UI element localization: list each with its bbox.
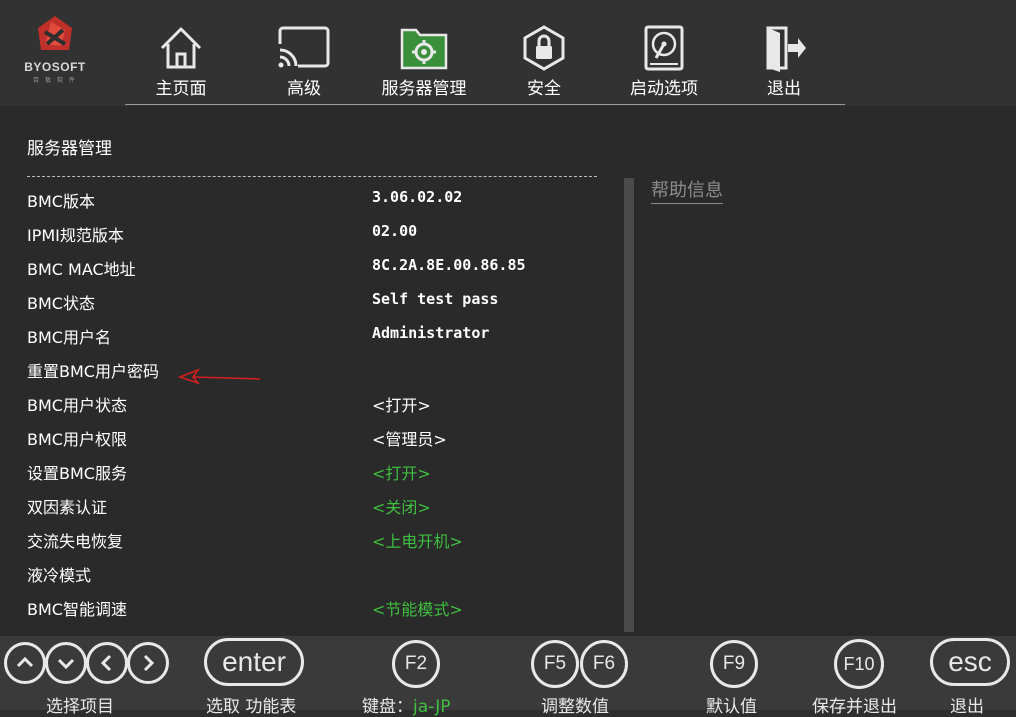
logo-text: BYOSOFT (24, 60, 86, 74)
tab-main-label: 主页面 (155, 79, 207, 99)
page-title: 服务器管理 (27, 139, 112, 159)
main-panel: 服务器管理 BMC版本 3.06.02.02 IPMI规范版本 02.00 BM… (0, 106, 1016, 636)
row-two-factor-auth[interactable]: 双因素认证 <关闭> (27, 494, 617, 524)
tab-security-label: 安全 (527, 79, 561, 99)
row-label: 设置BMC服务 (27, 464, 127, 483)
keyboard-label: 键盘：ja-JP (362, 692, 451, 717)
key-hint-bar: 选择项目 enter 选取 功能表 F2 键盘：ja-JP F5 F6 调整数值… (0, 636, 1016, 717)
byosoft-logo: BYOSOFT 百 敖 软 件 (12, 14, 102, 94)
row-label[interactable]: 液冷模式 (27, 562, 91, 586)
f9-key-icon: F9 (710, 640, 758, 688)
tab-boot-options[interactable]: 启动选项 (614, 24, 714, 100)
f2-key-icon: F2 (392, 640, 440, 688)
scrollbar[interactable] (624, 178, 634, 632)
arrow-left-key-icon (86, 642, 128, 684)
row-bmc-smart-fan[interactable]: BMC智能调速 <节能模式> (27, 596, 617, 626)
row-value[interactable]: <上电开机> (372, 528, 463, 552)
select-menu-label: 选取 功能表 (206, 697, 297, 717)
row-value[interactable]: <节能模式> (372, 596, 463, 620)
tab-security[interactable]: 安全 (494, 24, 594, 100)
row-label: BMC智能调速 (27, 600, 127, 619)
row-set-bmc-service[interactable]: 设置BMC服务 <打开> (27, 460, 617, 490)
row-value: 8C.2A.8E.00.86.85 (372, 256, 526, 274)
row-value: Administrator (372, 324, 490, 342)
row-label: BMC版本 (27, 192, 95, 211)
row-label: 双因素认证 (27, 498, 108, 517)
f5-key-icon: F5 (531, 640, 579, 688)
arrow-up-key-icon (4, 642, 46, 684)
row-value: Self test pass (372, 290, 499, 308)
keyboard-layout-value: ja-JP (413, 697, 451, 717)
exit-label: 退出 (950, 697, 984, 717)
row-ac-power-loss[interactable]: 交流失电恢复 <上电开机> (27, 528, 617, 558)
row-label: 交流失电恢复 (27, 532, 124, 551)
row-value[interactable]: <打开> (372, 392, 431, 416)
row-bmc-user-privilege[interactable]: BMC用户权限 <管理员> (27, 426, 617, 456)
adjust-value-label: 调整数值 (541, 697, 609, 717)
row-bmc-mac: BMC MAC地址 8C.2A.8E.00.86.85 (27, 256, 617, 286)
select-item-label: 选择项目 (46, 697, 114, 717)
top-menu-bar: BYOSOFT 百 敖 软 件 主页面 高级 服务器管理 安全 启动选项 退出 (0, 0, 1016, 106)
row-value: 3.06.02.02 (372, 188, 463, 206)
enter-key-icon: enter (204, 638, 304, 686)
tab-exit[interactable]: 退出 (734, 24, 834, 100)
arrow-down-key-icon (45, 642, 87, 684)
row-value[interactable]: <关闭> (372, 494, 431, 518)
tab-server-management[interactable]: 服务器管理 (374, 24, 474, 100)
tab-server-management-label: 服务器管理 (381, 79, 467, 99)
arrow-right-key-icon (127, 642, 169, 684)
row-label: IPMI规范版本 (27, 226, 124, 245)
row-bmc-username: BMC用户名 Administrator (27, 324, 617, 354)
f6-key-icon: F6 (580, 640, 628, 688)
row-value[interactable]: <打开> (372, 460, 431, 484)
lock-icon (523, 25, 565, 71)
row-ipmi-version: IPMI规范版本 02.00 (27, 222, 617, 252)
logo-subtext: 百 敖 软 件 (33, 77, 77, 84)
tab-exit-label: 退出 (767, 79, 801, 99)
tab-advanced-label: 高级 (287, 79, 321, 99)
esc-key-icon: esc (930, 638, 1010, 686)
default-value-label: 默认值 (706, 697, 757, 717)
row-value[interactable]: <管理员> (372, 426, 447, 450)
f10-key-icon: F10 (834, 639, 884, 689)
row-label: BMC状态 (27, 294, 95, 313)
save-exit-label: 保存并退出 (812, 697, 897, 717)
keyboard-label-text: 键盘： (362, 697, 413, 717)
red-arrow-annotation (178, 368, 261, 385)
row-label: BMC用户名 (27, 328, 111, 347)
row-label[interactable]: 重置BMC用户密码 (27, 358, 159, 382)
logo-emblem-icon (38, 16, 72, 50)
home-icon (160, 27, 202, 69)
row-liquid-cooling[interactable]: 液冷模式 (27, 562, 617, 592)
row-value: 02.00 (372, 222, 418, 240)
row-bmc-status: BMC状态 Self test pass (27, 290, 617, 320)
tab-advanced[interactable]: 高级 (254, 24, 354, 100)
tab-main[interactable]: 主页面 (131, 24, 231, 100)
row-bmc-version: BMC版本 3.06.02.02 (27, 188, 617, 218)
cast-icon (278, 26, 330, 68)
row-label: BMC用户状态 (27, 396, 127, 415)
top-divider (125, 104, 845, 105)
row-reset-bmc-password[interactable]: 重置BMC用户密码 (27, 358, 617, 388)
title-divider (27, 176, 597, 177)
row-label: BMC MAC地址 (27, 260, 136, 279)
exit-door-icon (766, 26, 806, 72)
folder-gear-icon (400, 28, 448, 70)
help-title: 帮助信息 (651, 176, 723, 204)
tab-boot-options-label: 启动选项 (630, 79, 698, 99)
hard-drive-icon (644, 25, 684, 71)
row-label: BMC用户权限 (27, 430, 127, 449)
row-bmc-user-status[interactable]: BMC用户状态 <打开> (27, 392, 617, 422)
